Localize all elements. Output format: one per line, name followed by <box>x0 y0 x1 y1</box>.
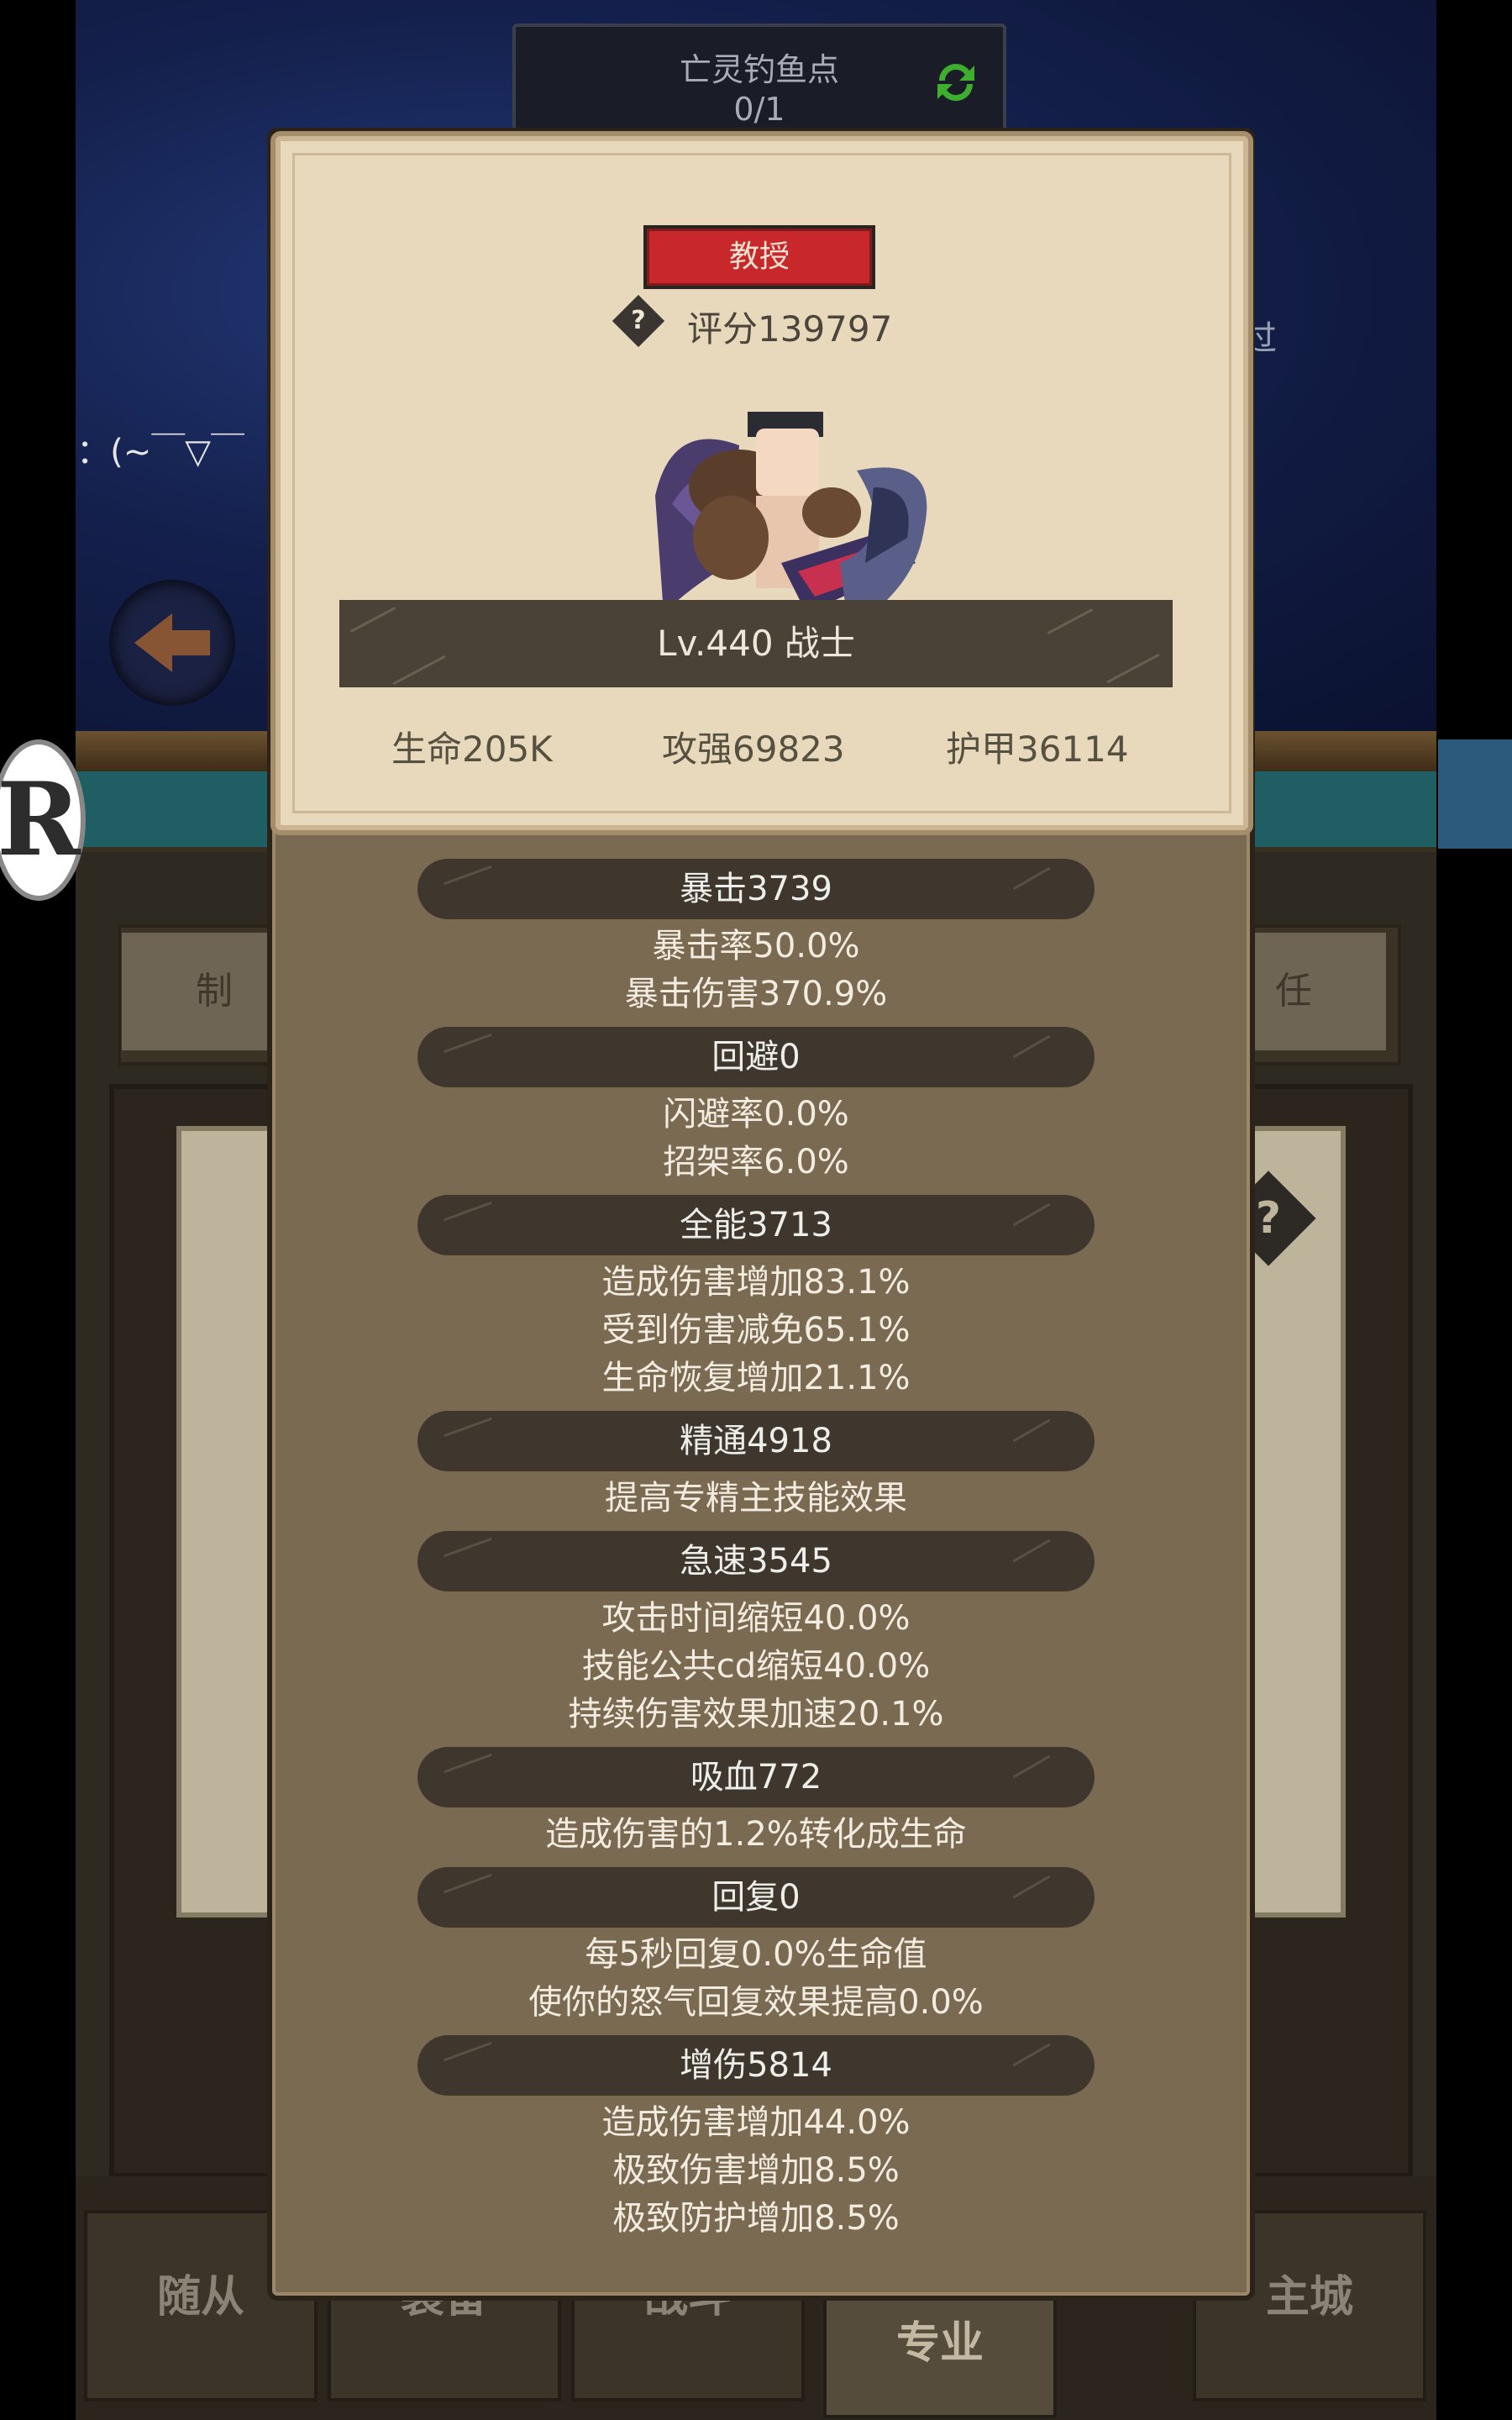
back-button[interactable] <box>109 580 235 706</box>
parry-rate: 招架率6.0% <box>663 1143 849 1181</box>
mastery-header: 精通4918 <box>417 1411 1095 1471</box>
dodge-rate: 闪避率0.0% <box>663 1095 849 1134</box>
right-arrow-icon[interactable] <box>1438 739 1512 849</box>
attack-power-stat: 攻强69823 <box>662 729 845 770</box>
level-class-text: Lv.440 战士 <box>657 623 855 664</box>
chat-message: i冬菜：(~￣▽￣ <box>76 433 244 471</box>
level-class-bar: Lv.440 战士 <box>339 600 1173 687</box>
score-help-icon[interactable]: ? <box>612 294 665 348</box>
damage-taken-reduction: 受到伤害减免65.1% <box>601 1311 911 1349</box>
rage-regen: 使你的怒气回复效果提高0.0% <box>528 1983 984 2022</box>
refresh-icon[interactable] <box>929 55 983 109</box>
damage-bonus-header: 增伤5814 <box>417 2035 1095 2096</box>
avoidance-header: 回避0 <box>417 1027 1095 1087</box>
rank-badge: 教授 <box>643 225 875 289</box>
crit-header: 暴击3739 <box>417 859 1095 919</box>
regen-header: 回复0 <box>417 1867 1095 1928</box>
versatility-header: 全能3713 <box>417 1195 1095 1255</box>
score-row: ? 评分139797 <box>612 294 949 350</box>
haste-header: 急速3545 <box>417 1531 1095 1591</box>
lifesteal-header: 吸血772 <box>417 1747 1095 1807</box>
mastery-effect: 提高专精主技能效果 <box>605 1479 907 1518</box>
fishing-spot-panel[interactable]: 亡灵钓鱼点 0/1 <box>512 24 1006 139</box>
ultimate-damage-bonus: 极致伤害增加8.5% <box>612 2151 900 2190</box>
attack-time-reduction: 攻击时间缩短40.0% <box>601 1599 911 1638</box>
crit-rate: 暴击率50.0% <box>652 927 860 965</box>
score-value: 评分139797 <box>687 308 893 350</box>
damage-dealt-bonus: 造成伤害增加83.1% <box>601 1263 911 1302</box>
health-stat: 生命205K <box>391 729 553 770</box>
ultimate-protection-bonus: 极致防护增加8.5% <box>612 2199 900 2238</box>
damage-bonus: 造成伤害增加44.0% <box>601 2103 911 2142</box>
lifesteal-conversion: 造成伤害的1.2%转化成生命 <box>545 1815 967 1854</box>
back-arrow-icon <box>134 613 210 672</box>
app-logo[interactable]: R <box>0 739 86 901</box>
dot-acceleration: 持续伤害效果加速20.1% <box>568 1695 944 1733</box>
global-cooldown-reduction: 技能公共cd缩短40.0% <box>581 1647 931 1686</box>
armor-stat: 护甲36114 <box>946 729 1129 770</box>
health-recovery-bonus: 生命恢复增加21.1% <box>601 1359 911 1397</box>
crit-damage: 暴击伤害370.9% <box>624 975 888 1013</box>
health-regen: 每5秒回复0.0%生命值 <box>585 1935 927 1974</box>
stats-list: 暴击3739 暴击率50.0% 暴击伤害370.9% 回避0 闪避率0.0% 招… <box>267 850 1245 2243</box>
score-help-mark: ? <box>631 306 646 335</box>
